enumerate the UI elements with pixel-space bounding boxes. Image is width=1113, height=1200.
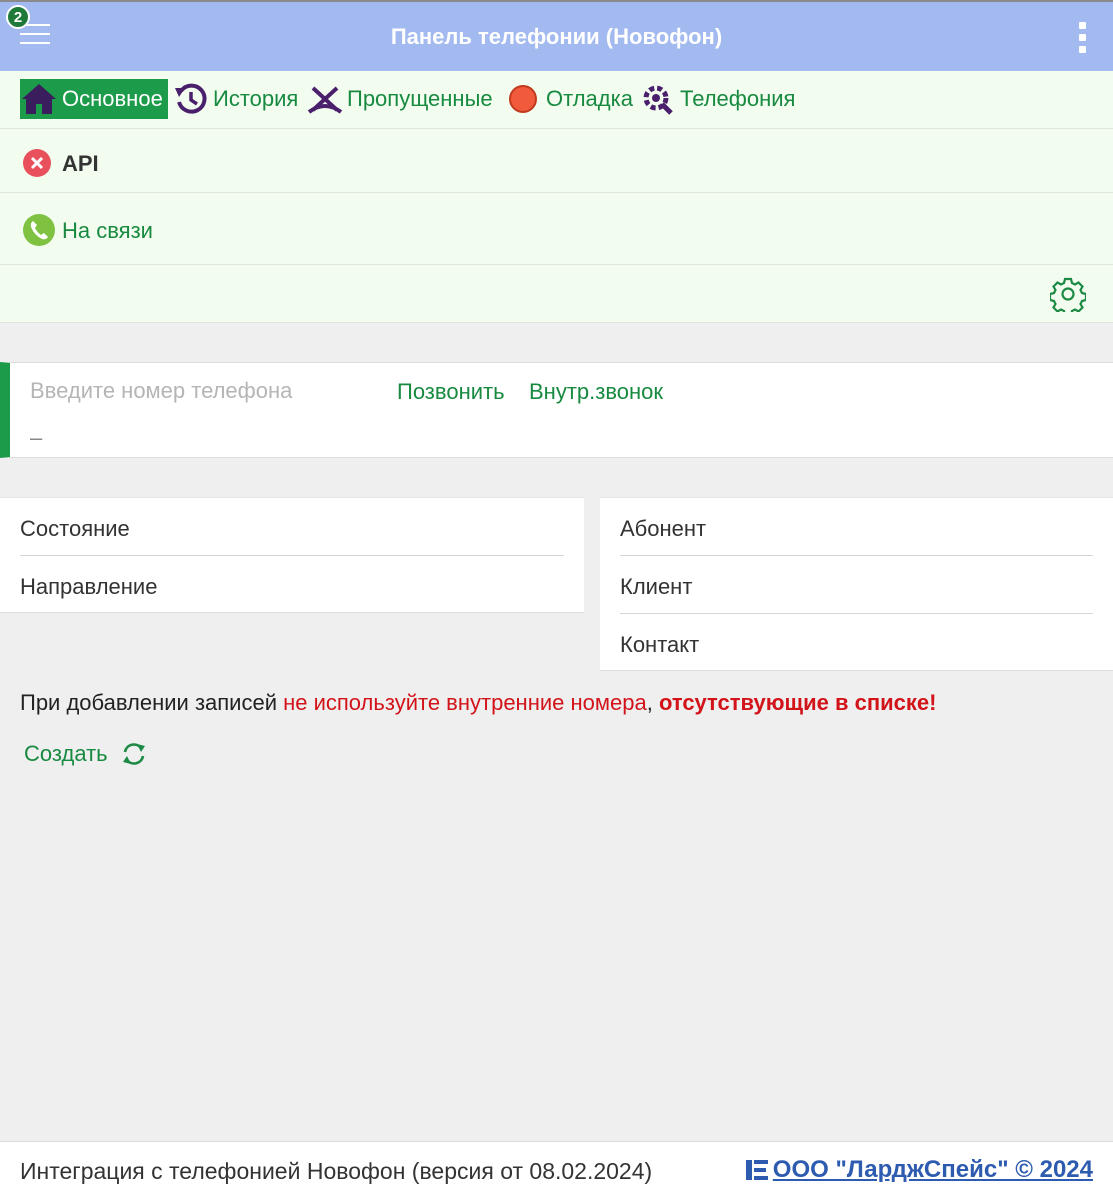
- tab-telephony-label: Телефония: [680, 86, 796, 111]
- home-icon: [22, 84, 56, 114]
- missed-call-icon: [307, 86, 343, 114]
- refresh-icon[interactable]: [120, 740, 148, 768]
- api-status-label: API: [62, 151, 99, 176]
- divider: [20, 555, 564, 556]
- gear-icon[interactable]: [1050, 276, 1086, 312]
- divider: [620, 555, 1093, 556]
- state-label: Состояние: [20, 516, 130, 541]
- company-link[interactable]: ООО "ЛарджСпейс" © 2024: [745, 1156, 1093, 1184]
- api-status-row: API: [0, 129, 1113, 193]
- note-emphasis: отсутствующие в списке!: [658, 690, 937, 715]
- error-x-icon: [23, 149, 51, 177]
- settings-row: [0, 265, 1113, 323]
- connection-status-label: На связи: [62, 218, 153, 243]
- client-label: Клиент: [620, 574, 693, 599]
- tab-debug-label: Отладка: [546, 86, 633, 111]
- call-button[interactable]: Позвонить: [397, 379, 505, 405]
- page-title: Панель телефонии (Новофон): [390, 24, 723, 49]
- connection-status-row: На связи: [0, 193, 1113, 265]
- more-options-icon[interactable]: [1079, 22, 1087, 54]
- debug-dot-icon: [509, 85, 537, 113]
- subscriber-label: Абонент: [620, 516, 707, 541]
- dialer-panel: – Позвонить Внутр.звонок: [0, 362, 1113, 458]
- tab-debug[interactable]: Отладка: [506, 79, 633, 119]
- call-state-card: Состояние Направление: [0, 497, 584, 613]
- footer: Интеграция с телефонией Новофон (версия …: [0, 1141, 1113, 1200]
- direction-label: Направление: [20, 574, 158, 599]
- create-button[interactable]: Создать: [24, 740, 148, 768]
- dialer-sub-value: –: [30, 425, 43, 450]
- tab-history-label: История: [213, 86, 299, 111]
- divider: [620, 613, 1093, 614]
- tab-missed[interactable]: Пропущенные: [307, 79, 493, 119]
- note-comma: ,: [646, 690, 659, 715]
- note-text: При добавлении записей: [20, 690, 284, 715]
- copyright-text: ООО "ЛарджСпейс" © 2024: [772, 1156, 1093, 1183]
- company-logo-icon: [745, 1160, 768, 1180]
- contact-label: Контакт: [620, 632, 700, 657]
- create-label: Создать: [24, 741, 108, 766]
- subscriber-card: Абонент Клиент Контакт: [600, 497, 1113, 671]
- telephony-settings-icon: [643, 85, 673, 115]
- tab-history[interactable]: История: [173, 79, 298, 119]
- tab-missed-label: Пропущенные: [347, 86, 493, 111]
- internal-call-button[interactable]: Внутр.звонок: [529, 379, 663, 405]
- phone-online-icon: [23, 214, 55, 246]
- phone-number-input[interactable]: [30, 375, 380, 407]
- app-header: 2 Панель телефонии (Новофон): [0, 0, 1113, 71]
- history-icon: [175, 83, 207, 114]
- version-text: Интеграция с телефонией Новофон (версия …: [20, 1158, 653, 1184]
- tab-telephony[interactable]: Телефония: [638, 79, 795, 119]
- warning-note: При добавлении записей не используйте вн…: [20, 690, 936, 716]
- tab-main[interactable]: Основное: [20, 79, 168, 119]
- tab-main-label: Основное: [62, 86, 163, 111]
- tab-bar: Основное История Пропущенные Отладка Тел…: [0, 71, 1113, 129]
- note-warning: не используйте внутренние номера: [283, 690, 647, 715]
